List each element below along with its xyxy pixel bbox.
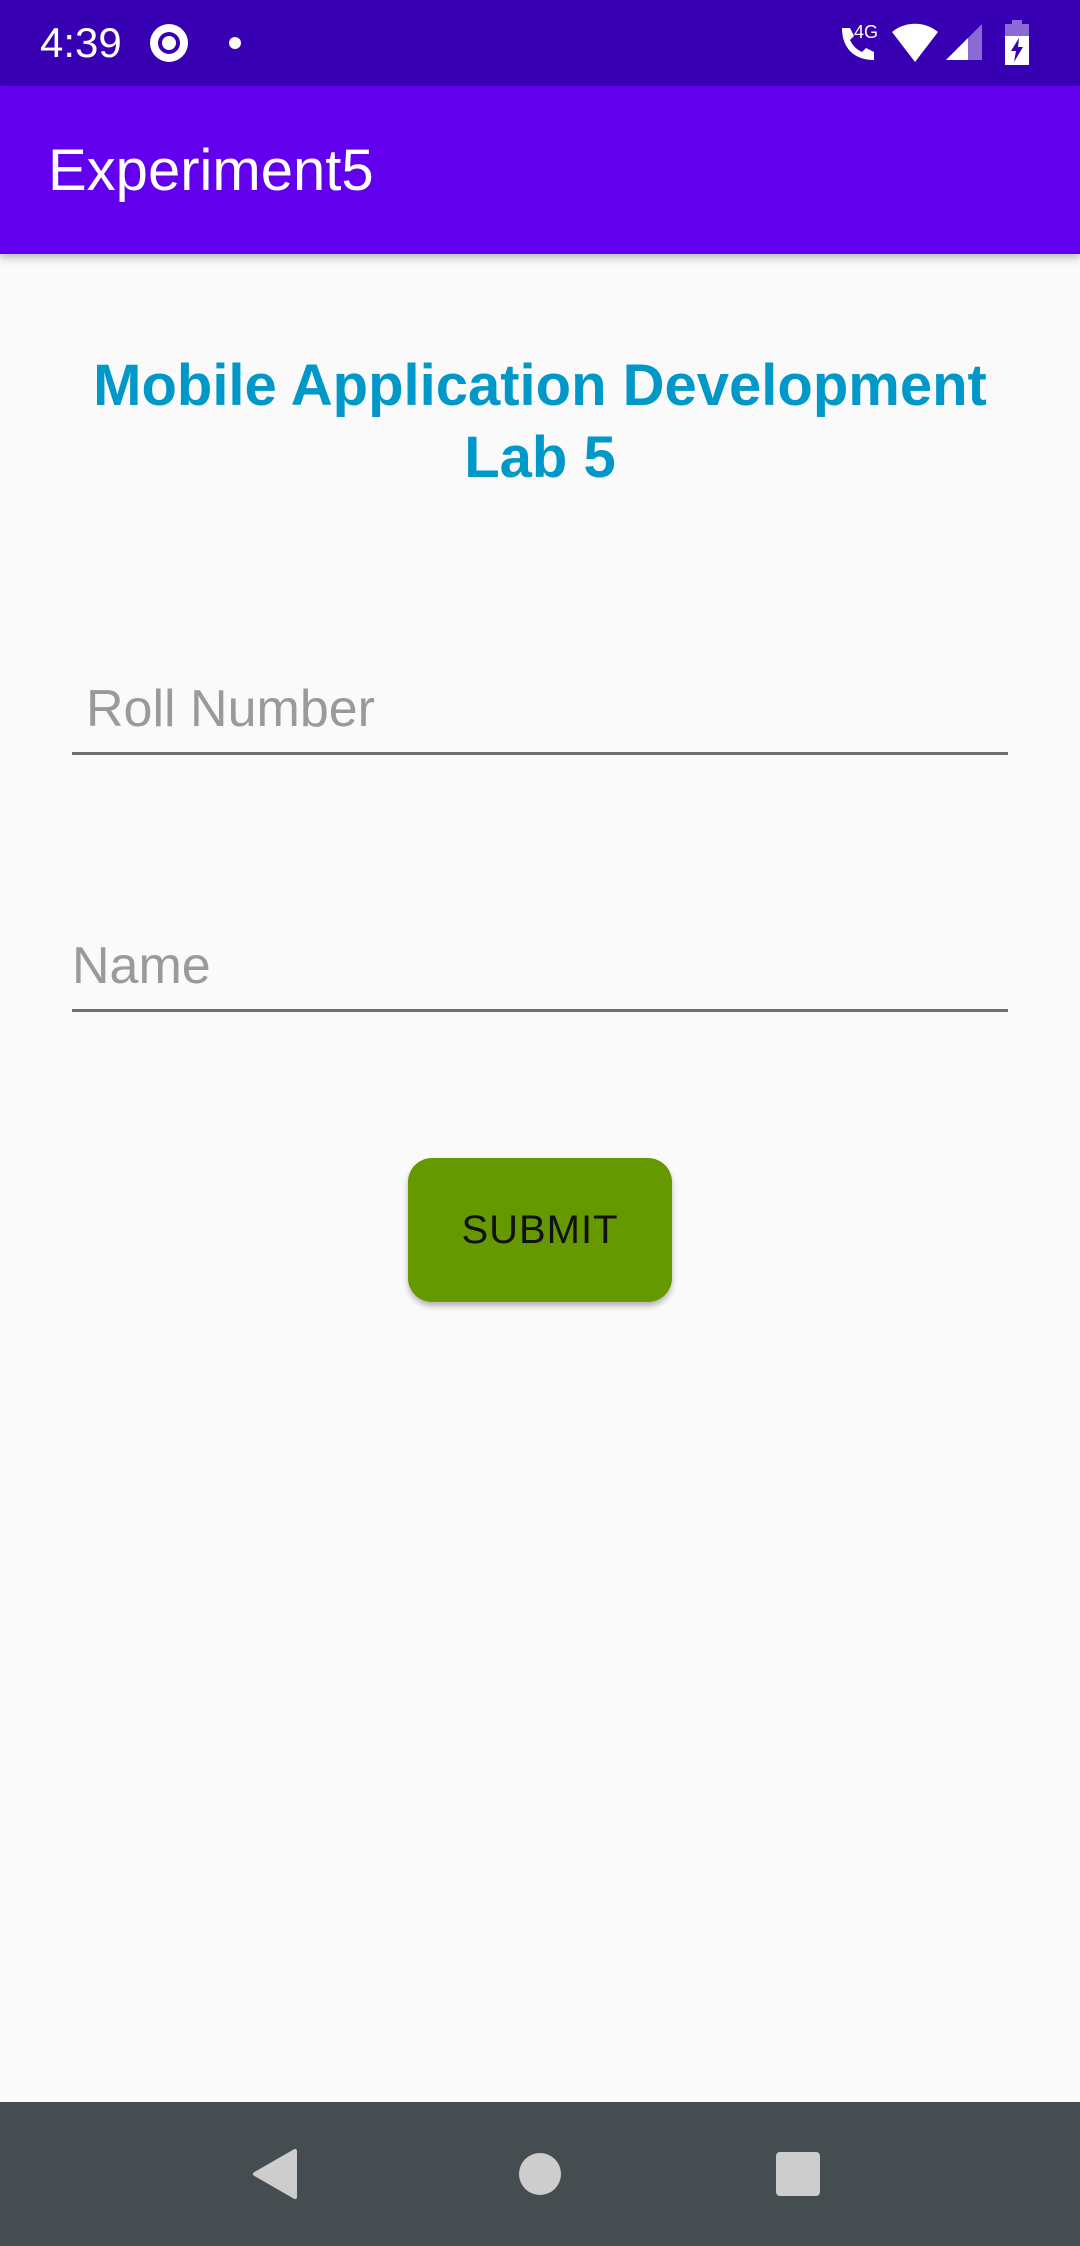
submit-button[interactable]: SUBMIT	[408, 1158, 672, 1302]
navigation-bar	[0, 2102, 1080, 2246]
name-input[interactable]	[72, 922, 1008, 1012]
roll-number-input[interactable]	[72, 665, 1008, 755]
app-bar: Experiment5	[0, 86, 1080, 254]
notification-dot-icon	[228, 36, 242, 55]
home-button[interactable]	[468, 2102, 612, 2246]
heading-line-2: Lab 5	[464, 425, 616, 490]
home-icon	[519, 2153, 561, 2195]
wifi-icon	[890, 20, 940, 69]
status-bar: 4:39 4G	[0, 0, 1080, 86]
network-type-label: 4G	[854, 22, 879, 42]
media-ring-icon	[146, 20, 192, 71]
recents-icon	[776, 2152, 820, 2196]
cell-signal-icon	[944, 22, 984, 67]
back-button[interactable]	[204, 2102, 348, 2246]
app-title: Experiment5	[48, 138, 374, 203]
app-screen: 4:39 4G Experiment5 Mobile Application D…	[0, 0, 1080, 2246]
battery-charging-icon	[1004, 20, 1030, 71]
heading-line-1: Mobile Application Development	[93, 353, 987, 418]
status-time: 4:39	[40, 19, 122, 66]
page-heading: Mobile Application Development Lab 5	[40, 350, 1040, 494]
recents-button[interactable]	[726, 2102, 870, 2246]
back-icon	[253, 2149, 297, 2199]
